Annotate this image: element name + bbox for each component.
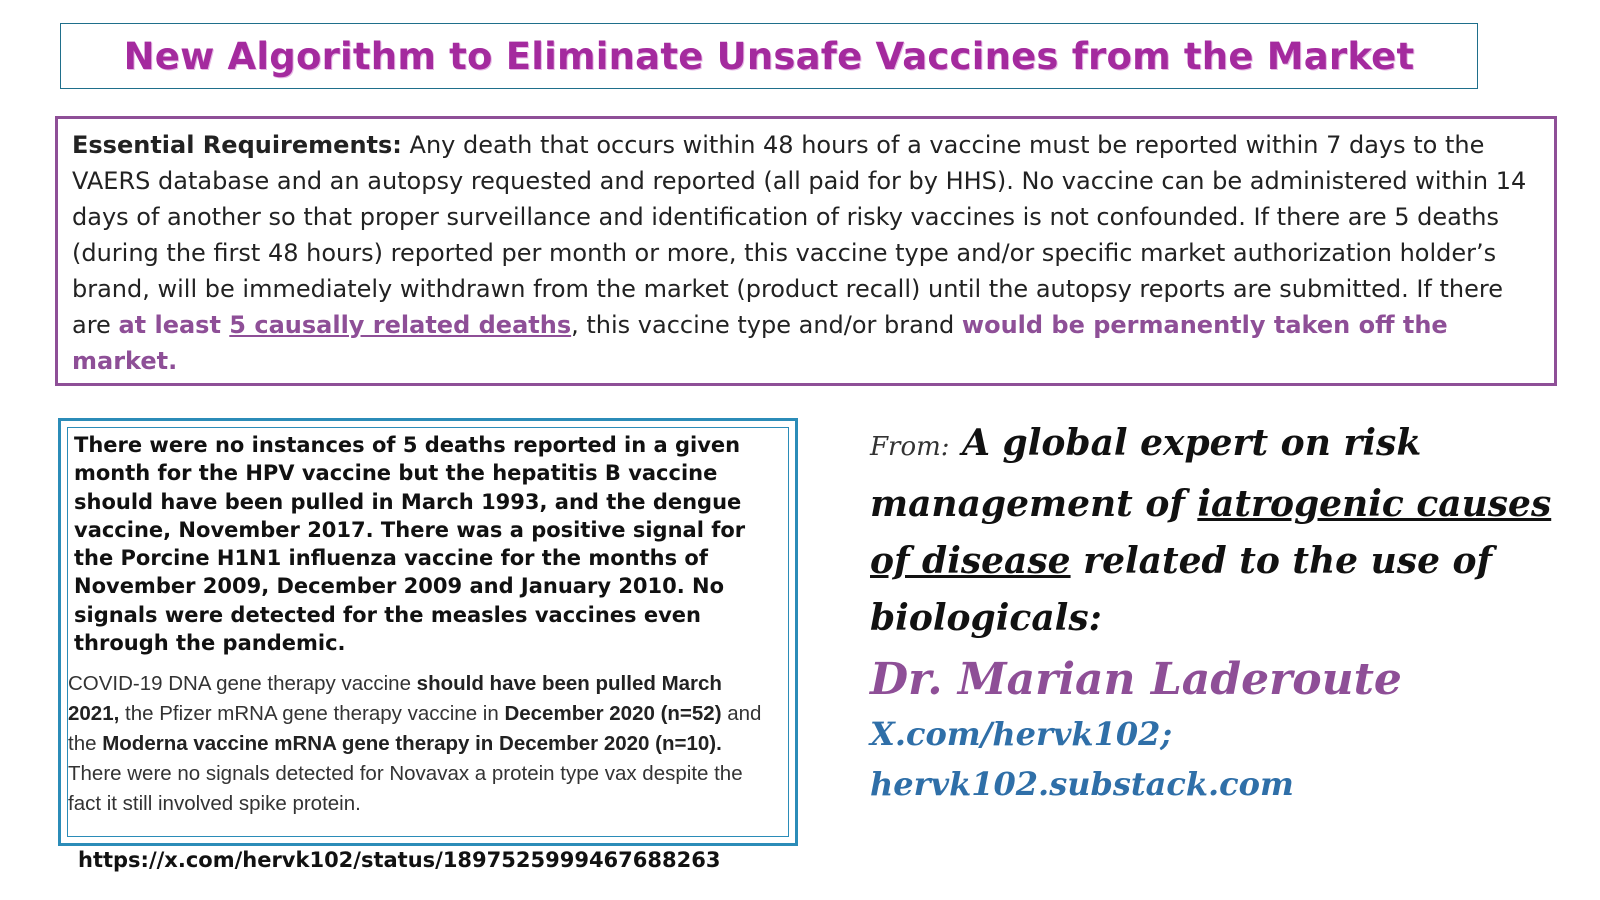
covid-text-3: the Pfizer mRNA gene therapy vaccine in — [119, 702, 505, 725]
page-title: New Algorithm to Eliminate Unsafe Vaccin… — [123, 34, 1415, 78]
requirements-highlight-underlined: 5 causally related deaths — [229, 311, 572, 339]
author-name: Dr. Marian Laderoute — [870, 654, 1402, 705]
requirements-body: Any death that occurs within 48 hours of… — [72, 131, 1527, 339]
source-url-link[interactable]: https://x.com/hervk102/status/1897525999… — [78, 848, 720, 872]
title-banner: New Algorithm to Eliminate Unsafe Vaccin… — [60, 23, 1478, 89]
x-profile-link[interactable]: X.com/hervk102; — [870, 709, 1570, 759]
requirements-paragraph: Essential Requirements: Any death that o… — [72, 127, 1540, 379]
requirements-box: Essential Requirements: Any death that o… — [55, 116, 1557, 386]
substack-link[interactable]: hervk102.substack.com — [870, 759, 1570, 809]
expert-description: From: A global expert on risk management… — [870, 415, 1570, 647]
from-label: From: — [870, 432, 950, 462]
requirements-highlight-prefix: at least — [118, 311, 230, 339]
covid-text-7: There were no signals detected for Novav… — [68, 762, 743, 815]
covid-text-6: Moderna vaccine mRNA gene therapy in Dec… — [102, 732, 722, 755]
findings-box: There were no instances of 5 deaths repo… — [58, 418, 798, 846]
findings-bold-paragraph: There were no instances of 5 deaths repo… — [74, 433, 746, 656]
covid-findings-paragraph: COVID-19 DNA gene therapy vaccine should… — [68, 669, 778, 819]
attribution-block: From: A global expert on risk management… — [870, 415, 1570, 809]
requirements-lead: Essential Requirements: — [72, 131, 402, 159]
covid-text-4: December 2020 (n=52) — [504, 702, 722, 725]
requirements-mid: , this vaccine type and/or brand — [571, 311, 962, 339]
covid-text-1: COVID-19 DNA gene therapy vaccine — [68, 672, 417, 695]
